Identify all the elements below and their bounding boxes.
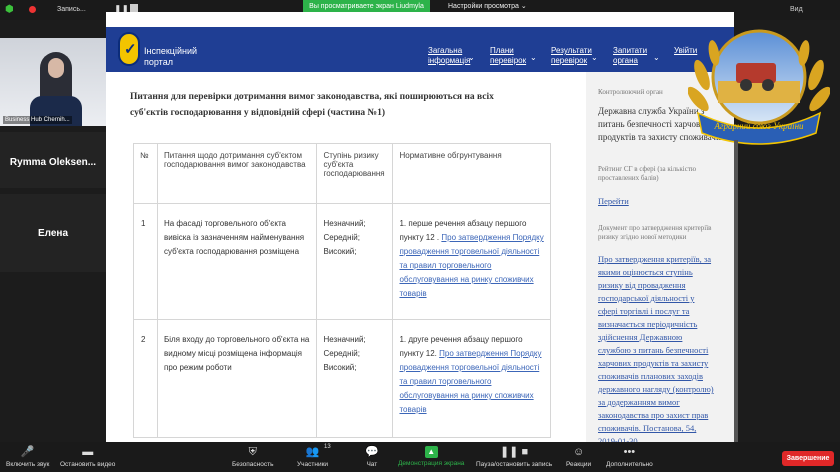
stop-video-button[interactable]: ▬ Остановить видео [60, 445, 115, 468]
participant-face [48, 58, 64, 78]
video-camera-icon: ▬ [82, 446, 94, 458]
stop-icon[interactable] [130, 4, 138, 12]
nav-inspection-plans[interactable]: Плани перевірок ⌄ [490, 46, 537, 66]
page-scrollbar[interactable] [734, 140, 738, 442]
portal-logo-icon[interactable]: ✓ [118, 32, 140, 66]
page-heading: Питання для перевірки дотримання вимог з… [130, 92, 494, 118]
table-row: 1 На фасаді торговельного об'єкта вивіск… [133, 203, 551, 320]
participants-button[interactable]: 👥 Участники [297, 445, 328, 468]
chevron-down-icon: ⌄ [530, 53, 537, 62]
button-label: Включить звук [6, 461, 50, 468]
chevron-down-icon: ⌄ [591, 53, 598, 62]
security-button[interactable]: ⛨ Безопасность [232, 445, 273, 468]
more-button[interactable]: ••• Дополнительно [606, 445, 653, 468]
participant-tile[interactable]: Rymma Oleksen... [0, 132, 114, 188]
button-label: Реакции [566, 461, 592, 468]
zoom-window: ⬢ Запись... ❚❚ Вы просматриваете экран L… [0, 0, 840, 472]
emblem-caption: Аграрний союз України [713, 121, 804, 131]
people-icon: 👥 [305, 446, 320, 458]
row-num: 2 [133, 319, 158, 438]
reactions-button[interactable]: ☺ Реакции [566, 445, 591, 468]
row-question: На фасаді торговельного об'єкта вивіска … [156, 203, 318, 320]
participant-name: Business Hub Chernih... [3, 116, 72, 124]
recording-label: Запись... [57, 6, 86, 13]
shield-icon[interactable]: ⬢ [5, 4, 16, 16]
norm-link[interactable]: Про затвердження Порядку провадження тор… [399, 349, 541, 414]
view-settings-menu[interactable]: Настройки просмотра ⌄ [448, 2, 527, 10]
row-norm: 1. друге речення абзацу першого пункту 1… [392, 319, 551, 438]
recording-dot-icon [29, 6, 36, 13]
col-header-norm: Нормативне обгрунтування [392, 143, 551, 204]
site-header: ✓ Інспекційний портал Загальна інформаці… [106, 27, 734, 72]
sidebar-label-rating: Рейтинг СГ в сфері (за кількістю простав… [598, 165, 697, 182]
row-risk: Незначний; Середній; Високий; [316, 319, 394, 438]
button-label: Чат [366, 461, 378, 468]
smiley-plus-icon: ☺ [572, 446, 585, 458]
col-header-risk: Ступінь ризику суб'єкта господарювання [316, 143, 394, 204]
more-dots-icon: ••• [623, 446, 636, 458]
row-norm: 1. перше речення абзацу першого пункту 1… [392, 203, 551, 320]
shared-screen: ✓ Інспекційний портал Загальна інформаці… [106, 12, 734, 442]
unmute-button[interactable]: 🎤 Включить звук [6, 445, 49, 468]
button-label: Остановить видео [60, 461, 116, 468]
col-header-num: № [133, 143, 158, 204]
view-button[interactable]: Вид [790, 6, 803, 13]
button-label: Безопасность [232, 461, 274, 468]
portal-name[interactable]: Інспекційний портал [144, 46, 204, 68]
share-screen-button[interactable]: ▲ Демонстрация экрана [398, 445, 464, 467]
button-label: Участники [297, 461, 329, 468]
norm-link[interactable]: Про затвердження Порядку провадження тор… [399, 233, 543, 298]
sidebar-link-go[interactable]: Перейти [598, 195, 714, 208]
nav-inspection-results[interactable]: Результати перевірок ⌄ [551, 46, 598, 66]
chat-bubble-icon: 💬 [365, 446, 379, 458]
participant-name: Елена [37, 228, 69, 239]
col-header-question: Питання щодо дотримання суб'єктом господ… [156, 143, 318, 204]
meeting-controls-bar: 🎤 Включить звук ▬ Остановить видео ⛨ Безопа… [0, 442, 840, 472]
nav-label: Плани перевірок [490, 46, 527, 65]
participant-tile-video[interactable]: Business Hub Chernih... [0, 38, 114, 126]
pause-recording-button[interactable]: ❚❚ ■ Пауза/остановить запись [476, 445, 552, 468]
chevron-down-icon: ⌄ [653, 53, 660, 62]
pause-stop-icon: ❚❚ ■ [499, 446, 529, 458]
row-num: 1 [133, 203, 158, 320]
sidebar-label-document: Документ про затвердження критеріїв ризи… [598, 224, 712, 241]
chevron-down-icon: ⌄ [468, 53, 475, 62]
participant-tile[interactable]: Елена [0, 194, 114, 272]
nav-ask-authority[interactable]: Запитати органа ⌄ [613, 46, 660, 66]
button-label: Дополнительно [606, 461, 653, 468]
nav-label: Результати перевірок [551, 46, 592, 65]
chat-button[interactable]: 💬 Чат [365, 445, 379, 468]
end-meeting-button[interactable]: Завершение [782, 451, 834, 466]
nav-general-info[interactable]: Загальна інформація ⌄ [428, 46, 475, 66]
shield-icon: ⛨ [248, 446, 257, 458]
sidebar-link-document[interactable]: Про затвердження критеріїв, за якими оці… [598, 253, 714, 442]
requirements-table: № Питання щодо дотримання суб'єктом госп… [133, 143, 551, 438]
row-risk: Незначний; Середній; Високий; [316, 203, 394, 320]
agrarian-union-emblem: Аграрний союз України [688, 29, 830, 145]
nav-label: Загальна інформація [428, 46, 471, 65]
table-header-row: № Питання щодо дотримання суб'єктом госп… [133, 143, 551, 204]
table-row: 2 Біля входу до торговельного об'єкта на… [133, 319, 551, 438]
share-arrow-icon: ▲ [424, 446, 438, 458]
participant-name: Rymma Oleksen... [9, 157, 97, 168]
button-label: Пауза/остановить запись [476, 461, 553, 468]
nav-label: Запитати органа [613, 46, 648, 65]
row-question: Біля входу до торговельного об'єкта на в… [156, 319, 318, 438]
participants-panel: Business Hub Chernih... Rymma Oleksen...… [0, 20, 114, 442]
microphone-muted-icon: 🎤 [20, 446, 35, 458]
button-label: Демонстрация экрана [398, 460, 465, 467]
